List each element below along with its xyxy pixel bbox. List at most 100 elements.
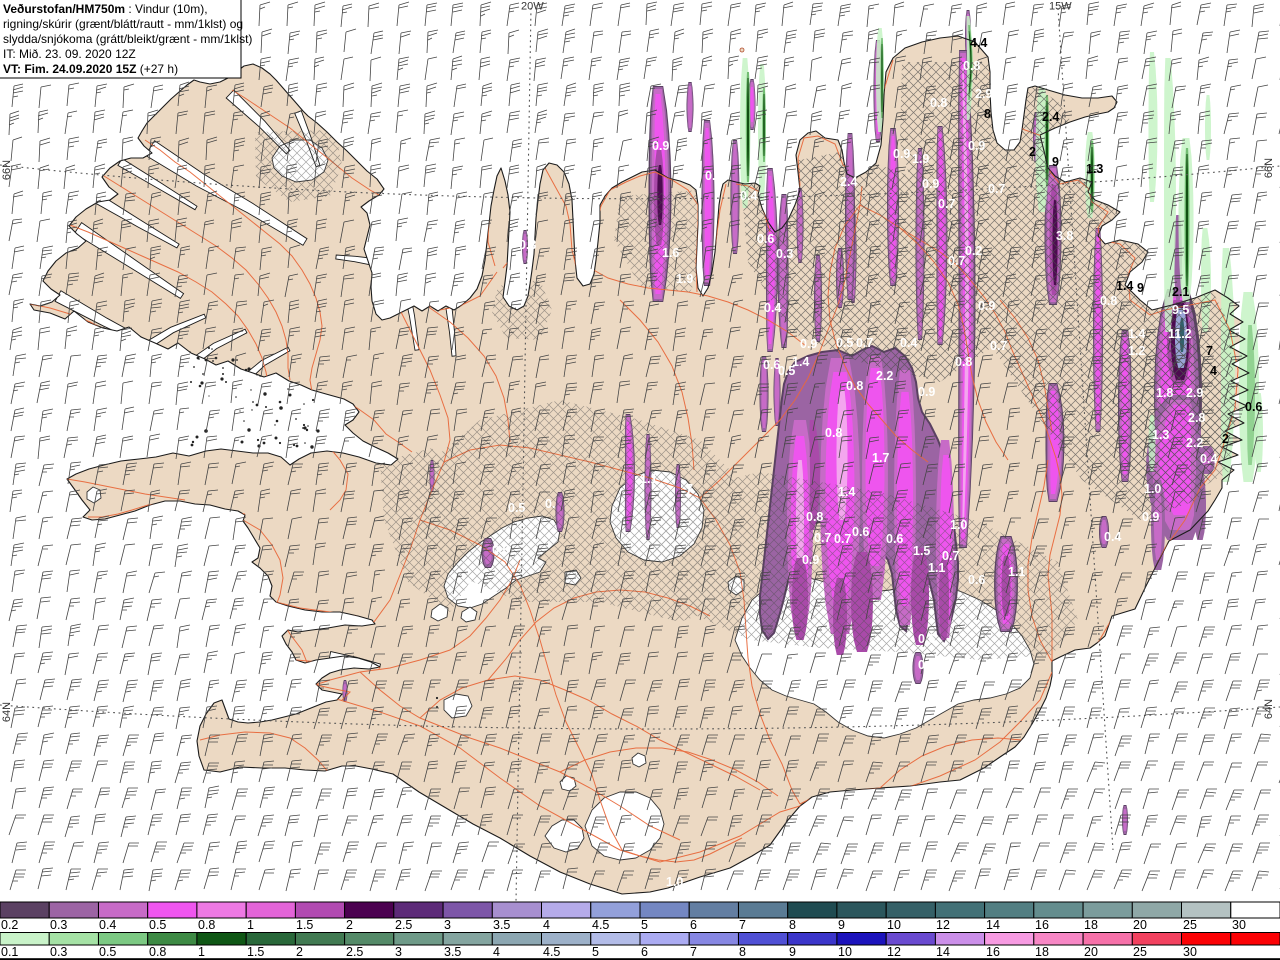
svg-text:7: 7 <box>690 945 697 959</box>
svg-text:6: 6 <box>690 918 697 932</box>
svg-text:0.9: 0.9 <box>968 139 985 153</box>
svg-text:0.9: 0.9 <box>922 177 939 191</box>
svg-text:3.8: 3.8 <box>1056 229 1073 243</box>
svg-text:9: 9 <box>1137 281 1144 295</box>
svg-text:0.7: 0.7 <box>942 549 959 563</box>
svg-text:0.8: 0.8 <box>1100 294 1117 308</box>
svg-text:12: 12 <box>936 918 950 932</box>
svg-text:8: 8 <box>789 918 796 932</box>
svg-text:0.4: 0.4 <box>800 806 817 820</box>
svg-text:1.5: 1.5 <box>296 918 313 932</box>
svg-text:0.4: 0.4 <box>764 301 781 315</box>
svg-text:2: 2 <box>1029 145 1036 159</box>
svg-text:14: 14 <box>986 918 1000 932</box>
svg-text:1.6: 1.6 <box>662 246 679 260</box>
svg-text:0.7: 0.7 <box>988 182 1005 196</box>
svg-text:0.8: 0.8 <box>198 918 215 932</box>
svg-text:8: 8 <box>739 945 746 959</box>
svg-text:0.1: 0.1 <box>1 945 18 959</box>
svg-text:0.7: 0.7 <box>814 531 831 545</box>
svg-text:0.7: 0.7 <box>990 339 1007 353</box>
svg-text:0.4: 0.4 <box>1200 452 1217 466</box>
svg-text:0.5: 0.5 <box>778 364 795 378</box>
svg-text:30: 30 <box>1183 945 1197 959</box>
svg-text:10: 10 <box>838 945 852 959</box>
svg-text:rigning/skúrir (grænt/blátt/ra: rigning/skúrir (grænt/blátt/rautt - mm/1… <box>3 17 243 31</box>
svg-text:0.9: 0.9 <box>978 299 995 313</box>
svg-text:7: 7 <box>739 918 746 932</box>
svg-text:1.3: 1.3 <box>1152 428 1169 442</box>
svg-text:0.3: 0.3 <box>776 247 793 261</box>
svg-text:0.3: 0.3 <box>50 945 67 959</box>
svg-text:0.2: 0.2 <box>965 244 982 258</box>
svg-text:7: 7 <box>686 482 693 496</box>
svg-text:3.5: 3.5 <box>493 918 510 932</box>
svg-text:2.2: 2.2 <box>876 369 893 383</box>
svg-text:1.2: 1.2 <box>1128 344 1145 358</box>
svg-text:0.6: 0.6 <box>1245 400 1262 414</box>
svg-text:2.9: 2.9 <box>1186 386 1203 400</box>
svg-text:2.2: 2.2 <box>1186 436 1203 450</box>
svg-text:2.1: 2.1 <box>1172 285 1189 299</box>
svg-text:1.0: 1.0 <box>1144 482 1161 496</box>
svg-text:1.9: 1.9 <box>912 152 929 166</box>
svg-text:64N: 64N <box>1 702 13 722</box>
svg-text:0.4: 0.4 <box>900 336 917 350</box>
svg-text:20: 20 <box>1084 945 1098 959</box>
svg-text:0.5: 0.5 <box>836 336 853 350</box>
svg-text:2.4: 2.4 <box>840 175 857 189</box>
svg-text:25: 25 <box>1183 918 1197 932</box>
svg-text:3.5: 3.5 <box>444 945 461 959</box>
svg-text:0.9: 0.9 <box>893 147 910 161</box>
svg-text:0.5: 0.5 <box>508 501 525 515</box>
svg-text:16: 16 <box>1035 918 1049 932</box>
svg-text:15W: 15W <box>1049 1 1072 13</box>
svg-text:30: 30 <box>1232 918 1246 932</box>
svg-text:7: 7 <box>1206 344 1213 358</box>
svg-text:0.9: 0.9 <box>652 139 669 153</box>
svg-text:0.8: 0.8 <box>930 96 947 110</box>
svg-text:2: 2 <box>346 918 353 932</box>
svg-text:11.2: 11.2 <box>1168 327 1192 341</box>
svg-text:9: 9 <box>838 918 845 932</box>
svg-text:16: 16 <box>986 945 1000 959</box>
svg-text:Veðurstofan/HM750m : Vindur (1: Veðurstofan/HM750m : Vindur (10m), <box>3 2 208 16</box>
svg-text:0.7: 0.7 <box>948 254 965 268</box>
svg-text:0.5: 0.5 <box>492 543 509 557</box>
svg-text:1.1: 1.1 <box>640 472 657 486</box>
svg-text:18: 18 <box>1035 945 1049 959</box>
svg-text:4: 4 <box>493 945 500 959</box>
svg-text:0.: 0. <box>545 497 555 511</box>
svg-text:20W: 20W <box>521 1 544 13</box>
svg-text:0.6: 0.6 <box>852 525 869 539</box>
svg-text:0.7: 0.7 <box>856 336 873 350</box>
svg-text:0.7: 0.7 <box>834 532 851 546</box>
svg-text:0.2: 0.2 <box>1 918 18 932</box>
svg-text:0.6: 0.6 <box>886 532 903 546</box>
svg-text:1: 1 <box>198 945 205 959</box>
svg-text:2.4: 2.4 <box>1042 110 1059 124</box>
svg-text:20: 20 <box>1133 918 1147 932</box>
svg-text:2.5: 2.5 <box>395 918 412 932</box>
svg-text:2: 2 <box>296 945 303 959</box>
svg-text:VT: Fim. 24.09.2020 15Z (+27 h: VT: Fim. 24.09.2020 15Z (+27 h) <box>3 62 178 76</box>
svg-text:1.4: 1.4 <box>838 485 855 499</box>
svg-text:14: 14 <box>936 945 950 959</box>
svg-text:5: 5 <box>641 918 648 932</box>
svg-text:10: 10 <box>887 918 901 932</box>
svg-text:18: 18 <box>1084 918 1098 932</box>
svg-text:2.5: 2.5 <box>346 945 363 959</box>
svg-text:1.1: 1.1 <box>928 561 945 575</box>
svg-text:0.6: 0.6 <box>968 573 985 587</box>
svg-text:9.5: 9.5 <box>1172 303 1189 317</box>
svg-text:1.7: 1.7 <box>872 451 889 465</box>
svg-text:4: 4 <box>1210 364 1217 378</box>
svg-text:0.4: 0.4 <box>918 658 935 672</box>
svg-text:1.5: 1.5 <box>913 544 930 558</box>
svg-text:25: 25 <box>1133 945 1147 959</box>
svg-text:0.6: 0.6 <box>757 232 774 246</box>
svg-text:3: 3 <box>444 918 451 932</box>
svg-text:1.0: 1.0 <box>666 875 683 889</box>
svg-text:IT: Mið. 23. 09. 2020 12Z: IT: Mið. 23. 09. 2020 12Z <box>3 47 136 61</box>
svg-text:1.8: 1.8 <box>1156 386 1173 400</box>
